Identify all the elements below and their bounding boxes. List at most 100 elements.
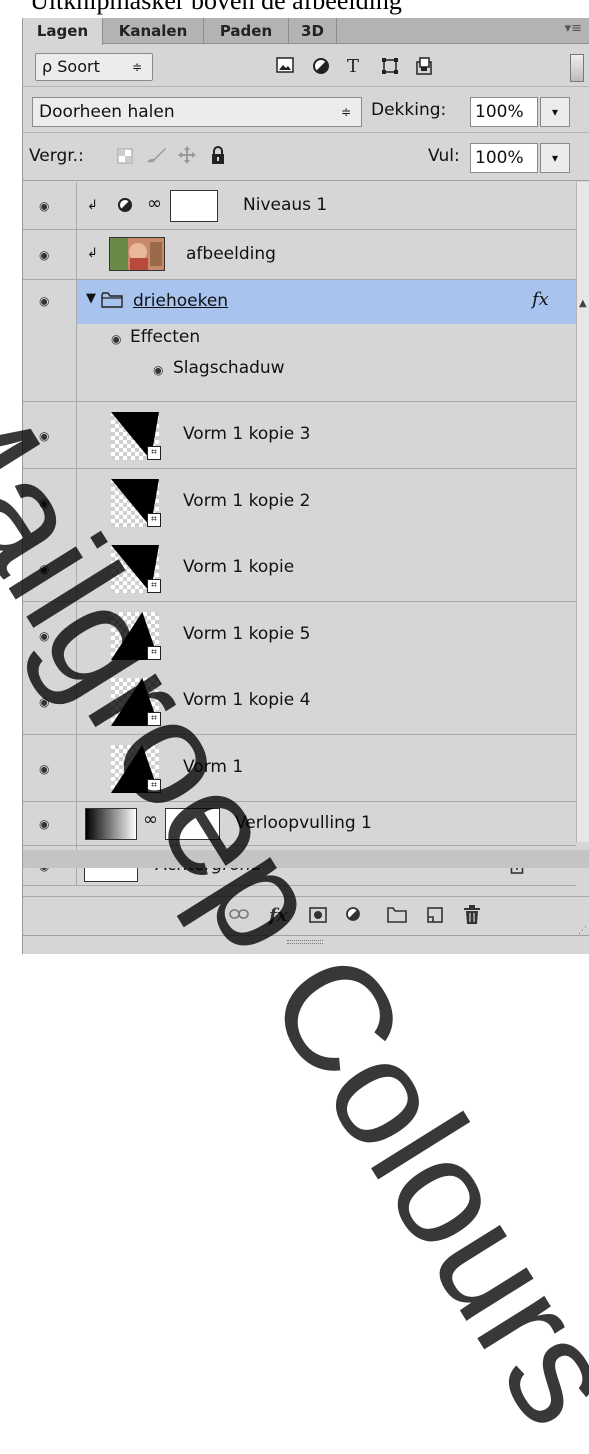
layer-name[interactable]: Vorm 1: [183, 757, 243, 777]
visibility-column: ◉: [23, 469, 77, 535]
layer-row[interactable]: ◉ ⌗ Vorm 1: [23, 735, 576, 802]
corner-resize-icon[interactable]: ⋰: [578, 926, 587, 936]
blend-mode-select[interactable]: Doorheen halen ≑: [32, 97, 362, 127]
type-filter-icon[interactable]: T: [347, 57, 359, 77]
smartobject-filter-icon[interactable]: [415, 57, 433, 80]
layer-row[interactable]: ◉ ↲ ∞ Niveaus 1: [23, 182, 576, 230]
new-layer-icon[interactable]: [427, 907, 443, 929]
layer-name[interactable]: Verloopvulling 1: [235, 813, 372, 833]
layer-row[interactable]: ◉ ⌗ Vorm 1 kopie 3: [23, 402, 576, 469]
shape-filter-icon[interactable]: [381, 57, 399, 80]
filter-kind-select[interactable]: ρ Soort ≑: [35, 53, 153, 81]
tab-lagen[interactable]: Lagen: [23, 18, 103, 45]
new-group-icon[interactable]: [387, 907, 407, 929]
vector-mask-icon: ⌗: [147, 513, 161, 527]
lock-all-icon[interactable]: [210, 145, 226, 169]
fill-dropdown-button[interactable]: ▾: [540, 143, 570, 173]
eye-icon[interactable]: ◉: [39, 429, 49, 443]
layer-mask-thumbnail[interactable]: [165, 808, 220, 840]
eye-icon[interactable]: ◉: [39, 629, 49, 643]
scroll-up-icon[interactable]: ▲: [579, 298, 587, 309]
visibility-column: ◉: [23, 535, 77, 601]
add-mask-icon[interactable]: [309, 907, 327, 929]
left-margin: [0, 18, 22, 954]
link-layers-icon[interactable]: [229, 905, 249, 927]
visibility-column: ◉: [23, 668, 77, 734]
vector-mask-icon: ⌗: [147, 446, 161, 460]
tab-kanalen[interactable]: Kanalen: [103, 18, 204, 44]
tab-3d[interactable]: 3D: [289, 18, 337, 44]
layers-bottom-bar: fx: [23, 896, 589, 936]
layer-mask-thumbnail[interactable]: [170, 190, 218, 222]
layer-row[interactable]: ◉ ⌗ Vorm 1 kopie: [23, 535, 576, 602]
blend-row: Doorheen halen ≑ Dekking: 100% ▾: [23, 87, 589, 133]
chain-link-icon[interactable]: ∞: [147, 193, 162, 214]
visibility-column: ◉: [23, 280, 77, 324]
layer-group-row[interactable]: ◉ ▼ driehoeken fx: [23, 280, 576, 324]
shape-thumbnail[interactable]: ⌗: [111, 678, 161, 726]
tab-paden[interactable]: Paden: [204, 18, 289, 44]
opacity-dropdown-button[interactable]: ▾: [540, 97, 570, 127]
filter-row: ρ Soort ≑ T: [23, 45, 589, 87]
layer-name[interactable]: Vorm 1 kopie: [183, 557, 294, 577]
eye-icon[interactable]: ◉: [39, 199, 49, 213]
layer-name[interactable]: afbeelding: [186, 244, 276, 264]
layer-name[interactable]: Vorm 1 kopie 4: [183, 690, 310, 710]
chain-link-icon[interactable]: ∞: [143, 809, 158, 830]
shape-thumbnail[interactable]: ⌗: [111, 479, 161, 527]
layer-row[interactable]: ◉ ⌗ Vorm 1 kopie 4: [23, 668, 576, 735]
effects-eye-icon[interactable]: ◉: [111, 332, 121, 346]
filter-toggle-switch[interactable]: [570, 54, 584, 82]
vector-mask-icon: ⌗: [147, 712, 161, 726]
visibility-column: [23, 324, 77, 401]
opacity-input[interactable]: 100%: [470, 97, 538, 127]
folder-icon: [101, 292, 123, 312]
filter-kind-label: Soort: [57, 57, 100, 76]
lock-pixels-icon[interactable]: [145, 146, 167, 168]
lock-position-icon[interactable]: [177, 145, 197, 169]
layer-name[interactable]: driehoeken: [133, 291, 228, 311]
layer-row[interactable]: ◉ ∞ Verloopvulling 1: [23, 802, 576, 846]
layer-row[interactable]: ◉ ⌗ Vorm 1 kopie 5: [23, 602, 576, 669]
gradient-fill-thumbnail[interactable]: [85, 808, 137, 840]
fill-input[interactable]: 100%: [470, 143, 538, 173]
vector-mask-icon: ⌗: [147, 579, 161, 593]
expand-triangle-icon[interactable]: ▼: [86, 291, 96, 306]
eye-icon[interactable]: ◉: [39, 496, 49, 510]
image-thumbnail[interactable]: [109, 237, 165, 271]
visibility-column: ◉: [23, 402, 77, 468]
effects-label[interactable]: Effecten: [130, 327, 200, 347]
eye-icon[interactable]: ◉: [39, 248, 49, 262]
fx-icon[interactable]: fx: [532, 289, 549, 310]
eye-icon[interactable]: ◉: [39, 817, 49, 831]
layer-name[interactable]: Vorm 1 kopie 5: [183, 624, 310, 644]
eye-icon[interactable]: ◉: [39, 294, 49, 308]
clipping-arrow-icon: ↲: [87, 246, 98, 261]
fx-icon[interactable]: fx: [269, 905, 287, 927]
eye-icon[interactable]: ◉: [39, 562, 49, 576]
clipping-arrow-icon: ↲: [87, 198, 98, 213]
lock-transparency-icon[interactable]: [117, 148, 133, 168]
drop-shadow-eye-icon[interactable]: ◉: [153, 363, 163, 377]
layer-row[interactable]: ◉ ↲ afbeelding: [23, 230, 576, 280]
layers-panel: Lagen Kanalen Paden 3D ▾≡ ρ Soort ≑ T Do…: [22, 18, 589, 954]
eye-icon[interactable]: ◉: [39, 695, 49, 709]
image-filter-icon[interactable]: [276, 57, 294, 78]
shape-thumbnail[interactable]: ⌗: [111, 612, 161, 660]
drop-shadow-label[interactable]: Slagschaduw: [173, 358, 285, 378]
delete-layer-icon[interactable]: [463, 905, 481, 931]
layer-name[interactable]: Niveaus 1: [243, 195, 327, 215]
layers-scrollbar[interactable]: ▲: [576, 182, 589, 842]
layer-name[interactable]: Vorm 1 kopie 2: [183, 491, 310, 511]
shape-thumbnail[interactable]: ⌗: [111, 412, 161, 460]
fill-label: Vul:: [428, 146, 460, 166]
shape-thumbnail[interactable]: ⌗: [111, 545, 161, 593]
layer-name[interactable]: Vorm 1 kopie 3: [183, 424, 310, 444]
panel-menu-icon[interactable]: ▾≡: [565, 21, 582, 36]
resize-grip[interactable]: [287, 940, 323, 944]
adjustment-filter-icon[interactable]: [312, 57, 330, 80]
eye-icon[interactable]: ◉: [39, 762, 49, 776]
new-adjustment-icon[interactable]: [345, 906, 365, 930]
layer-row[interactable]: ◉ ⌗ Vorm 1 kopie 2: [23, 469, 576, 536]
shape-thumbnail[interactable]: ⌗: [111, 745, 161, 793]
